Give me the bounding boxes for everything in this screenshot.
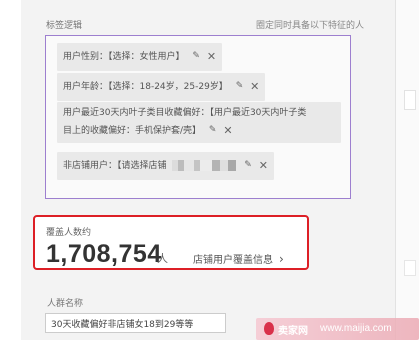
close-icon[interactable]: ✕ — [207, 48, 216, 65]
tag-logic-box: 用户性别：【选择：女性用户】 ✎ ✕ 用户年龄：【选择：18-24岁，25-29… — [45, 35, 351, 199]
tag-chip-age[interactable]: 用户年龄：【选择：18-24岁，25-29岁】 ✎ ✕ — [57, 73, 266, 101]
coverage-count: 1,708,754 — [46, 240, 162, 268]
crowd-name-input[interactable] — [45, 313, 226, 333]
tag-chip-text: 用户性别：【选择：女性用户】 — [63, 52, 185, 62]
adjacent-control — [404, 260, 416, 276]
coverage-summary-card: 覆盖人数约 1,708,754 人 店铺用户覆盖信息 › — [33, 215, 309, 270]
tag-chip-text-line2: 目上的收藏偏好：手机保护套/壳】 — [63, 126, 202, 136]
pencil-icon[interactable]: ✎ — [209, 122, 217, 139]
tag-chip-text: 用户年龄：【选择：18-24岁，25-29岁】 — [63, 82, 228, 92]
tag-chip-text: 非店铺用户：【请选择店铺 — [63, 161, 167, 171]
tag-chip-non-shop-user[interactable]: 非店铺用户：【请选择店铺 ✎ ✕ — [57, 152, 274, 180]
close-icon[interactable]: ✕ — [223, 122, 232, 139]
pencil-icon[interactable]: ✎ — [236, 78, 244, 95]
shop-user-coverage-link-label: 店铺用户覆盖信息 — [193, 255, 273, 266]
adjacent-panel-edge — [396, 0, 419, 340]
shop-user-coverage-link[interactable]: 店铺用户覆盖信息 › — [193, 251, 284, 266]
tag-chip-gender[interactable]: 用户性别：【选择：女性用户】 ✎ ✕ — [57, 43, 223, 71]
redacted-shop-name — [172, 160, 237, 171]
tag-chip-text-line1: 用户最近30天内叶子类目收藏偏好：【用户最近30天内叶子类 — [63, 108, 307, 118]
pencil-icon[interactable]: ✎ — [244, 157, 252, 174]
watermark-url: www.maijia.com — [320, 323, 392, 334]
adjacent-control — [404, 90, 416, 110]
crowd-name-label: 人群名称 — [47, 299, 84, 309]
pencil-icon[interactable]: ✎ — [192, 48, 200, 65]
watermark-brand: 卖家网 — [278, 326, 308, 337]
site-watermark: 卖家网 www.maijia.com — [256, 318, 419, 340]
coverage-label: 覆盖人数约 — [46, 228, 92, 238]
coverage-unit: 人 — [157, 252, 168, 265]
watermark-logo-icon — [264, 322, 274, 335]
close-icon[interactable]: ✕ — [250, 78, 259, 95]
logic-hint: 圈定同时具备以下特征的人 — [256, 21, 365, 31]
close-icon[interactable]: ✕ — [259, 157, 268, 174]
tag-logic-label: 标签逻辑 — [46, 21, 83, 31]
chevron-right-icon: › — [279, 252, 284, 266]
tag-chip-category-preference[interactable]: 用户最近30天内叶子类目收藏偏好：【用户最近30天内叶子类 目上的收藏偏好：手机… — [57, 102, 341, 143]
